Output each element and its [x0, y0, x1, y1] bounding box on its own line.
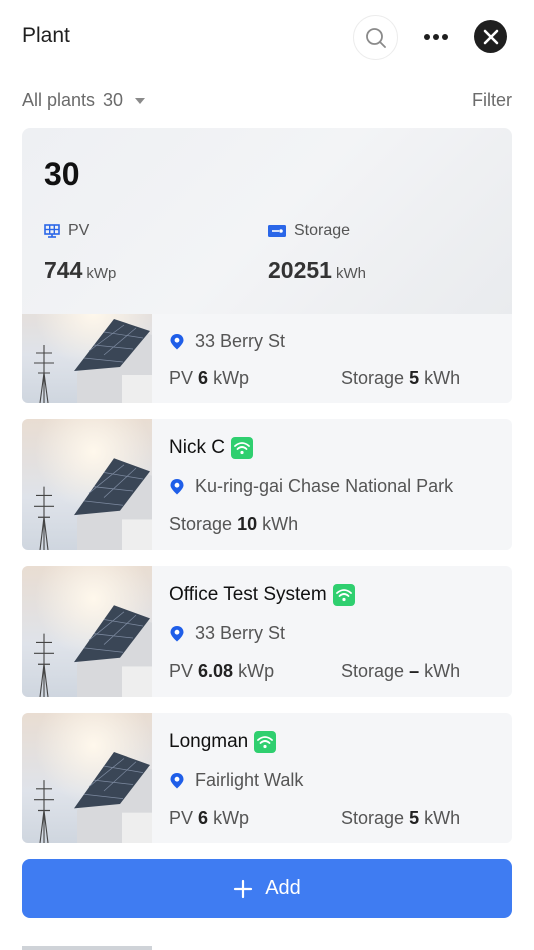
plant-storage: Storage 5 kWh: [341, 368, 460, 389]
plant-name: Office Test System: [169, 584, 355, 606]
storage-label: Storage: [294, 222, 351, 239]
close-button[interactable]: [474, 20, 507, 53]
storage-value: –: [409, 661, 420, 681]
more-dot: [424, 34, 430, 40]
all-plants-label: All plants: [22, 90, 96, 110]
battery-storage-icon: [268, 225, 286, 237]
search-icon: [365, 27, 386, 48]
storage-total-value: 20251: [268, 257, 332, 283]
storage-label: Storage: [341, 808, 405, 828]
storage-value: 5: [409, 368, 420, 388]
plant-name-text: Longman: [169, 731, 249, 752]
add-button-label: Add: [265, 877, 301, 899]
pv-total-unit: kWp: [86, 265, 117, 282]
wifi-online-icon: [332, 584, 355, 606]
storage-value: 10: [237, 514, 258, 534]
plant-location: 33 Berry St: [169, 623, 285, 644]
storage-label: Storage: [341, 661, 405, 681]
plant-storage: Storage – kWh: [341, 661, 460, 682]
pv-unit: kWp: [213, 808, 250, 828]
pv-unit: kWp: [238, 661, 275, 681]
plant-pv: PV 6 kWp: [169, 368, 249, 389]
pv-total-value: 744: [44, 257, 83, 283]
storage-unit: kWh: [424, 661, 461, 681]
more-dot: [433, 34, 439, 40]
plant-name: Longman: [169, 731, 277, 753]
more-options-button[interactable]: [418, 22, 454, 52]
filter-row: All plants 30 Filter: [22, 90, 512, 114]
location-pin-icon: [170, 478, 184, 494]
search-button[interactable]: [353, 15, 398, 60]
plant-name-text: Nick C: [169, 437, 225, 458]
storage-value: 5: [409, 808, 420, 828]
plant-pv: PV 6 kWp: [169, 808, 249, 829]
plant-location-text: Fairlight Walk: [195, 770, 304, 790]
storage-label: Storage: [341, 368, 405, 388]
pv-unit: kWp: [213, 368, 250, 388]
wifi-online-icon: [230, 437, 253, 459]
plant-card[interactable]: Nick C Ku-ring-gai Chase National Park S…: [22, 419, 512, 550]
pv-label: PV: [169, 661, 194, 681]
plus-icon: [234, 879, 253, 898]
plant-stats: PV 6.08 kWp Storage – kWh: [169, 661, 499, 685]
page-title: Plant: [22, 24, 70, 47]
wifi-online-icon: [254, 731, 277, 753]
storage-summary: Storage 20251 kWh: [268, 222, 366, 284]
storage-unit: kWh: [262, 514, 299, 534]
more-dot: [442, 34, 448, 40]
plant-storage: Storage 10 kWh: [169, 514, 298, 535]
pv-summary: PV 744 kWp: [44, 222, 116, 284]
pv-value: 6.08: [198, 661, 234, 681]
plant-thumbnail: [22, 419, 152, 550]
plant-location: Fairlight Walk: [169, 770, 303, 791]
pv-value: 6: [198, 808, 209, 828]
next-plant-thumbnail-peek: [22, 946, 152, 950]
plant-storage: Storage 5 kWh: [341, 808, 460, 829]
plant-location: 33 Berry St: [169, 331, 285, 352]
plant-location-text: 33 Berry St: [195, 331, 286, 351]
storage-unit: kWh: [424, 808, 461, 828]
storage-unit: kWh: [424, 368, 461, 388]
storage-label: Storage: [169, 514, 233, 534]
plant-stats: Storage 10 kWh: [169, 514, 499, 538]
summary-card: 30 PV 744 kWp Storage 20251 kWh: [22, 128, 512, 314]
pv-value: 6: [198, 368, 209, 388]
plant-thumbnail: [22, 314, 152, 403]
plant-card[interactable]: 33 Berry St PV 6 kWp Storage 5 kWh: [22, 314, 512, 403]
app-header: Plant: [0, 0, 534, 72]
plant-location-text: 33 Berry St: [195, 623, 286, 643]
plant-location-text: Ku-ring-gai Chase National Park: [195, 476, 454, 496]
pv-label: PV: [169, 808, 194, 828]
pv-label: PV: [169, 368, 194, 388]
plant-card[interactable]: Longman Fairlight Walk PV 6 kWp Storage …: [22, 713, 512, 843]
location-pin-icon: [170, 625, 184, 641]
plant-thumbnail: [22, 566, 152, 697]
all-plants-count: 30: [103, 90, 124, 110]
all-plants-dropdown[interactable]: All plants 30: [22, 90, 146, 111]
plant-name-text: Office Test System: [169, 584, 327, 605]
total-plants-count: 30: [44, 156, 80, 192]
plant-thumbnail: [22, 713, 152, 843]
plant-name: Nick C: [169, 437, 253, 459]
solar-panel-icon: [44, 224, 60, 238]
location-pin-icon: [170, 333, 184, 349]
close-icon: [483, 29, 498, 44]
add-plant-button[interactable]: Add: [22, 859, 512, 918]
plant-location: Ku-ring-gai Chase National Park: [169, 476, 453, 497]
filter-button[interactable]: Filter: [472, 90, 512, 111]
caret-down-icon: [135, 97, 146, 104]
pv-label: PV: [68, 222, 90, 239]
storage-total-unit: kWh: [335, 265, 366, 282]
plant-stats: PV 6 kWp Storage 5 kWh: [169, 368, 499, 392]
plant-pv: PV 6.08 kWp: [169, 661, 274, 682]
location-pin-icon: [170, 772, 184, 788]
plant-card[interactable]: Office Test System 33 Berry St PV 6.08 k…: [22, 566, 512, 697]
plant-stats: PV 6 kWp Storage 5 kWh: [169, 808, 499, 832]
